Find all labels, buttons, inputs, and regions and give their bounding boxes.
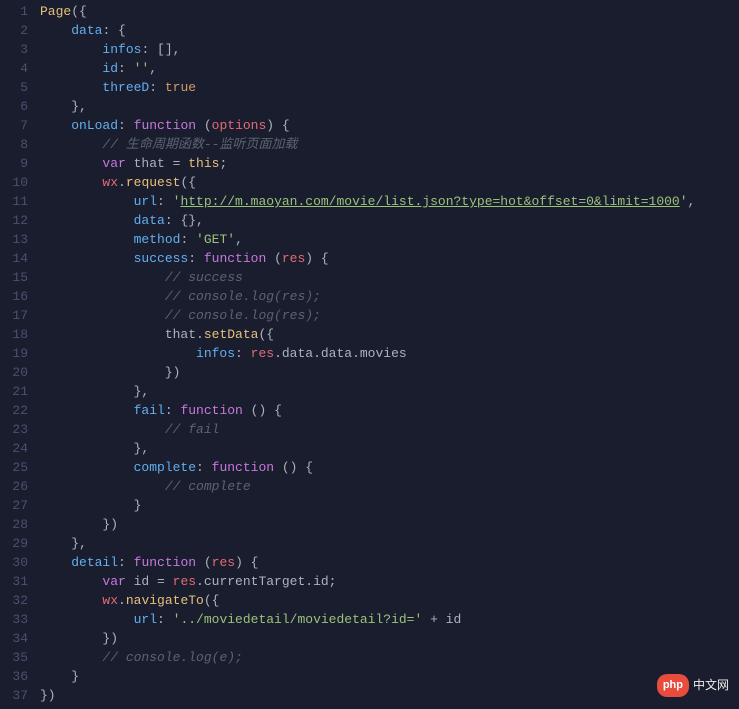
logo-bubble: php bbox=[657, 674, 689, 697]
code-line[interactable]: // console.log(e); bbox=[40, 648, 739, 667]
line-number: 7 bbox=[0, 116, 40, 135]
code-line[interactable]: fail: function () { bbox=[40, 401, 739, 420]
line-number: 30 bbox=[0, 553, 40, 572]
line-number: 21 bbox=[0, 382, 40, 401]
code-line[interactable]: onLoad: function (options) { bbox=[40, 116, 739, 135]
code-line[interactable]: }) bbox=[40, 363, 739, 382]
line-number: 12 bbox=[0, 211, 40, 230]
line-number: 20 bbox=[0, 363, 40, 382]
line-number: 31 bbox=[0, 572, 40, 591]
code-line[interactable]: detail: function (res) { bbox=[40, 553, 739, 572]
line-number: 10 bbox=[0, 173, 40, 192]
code-line[interactable]: }) bbox=[40, 515, 739, 534]
line-number: 3 bbox=[0, 40, 40, 59]
code-line[interactable]: infos: [], bbox=[40, 40, 739, 59]
code-line[interactable]: // fail bbox=[40, 420, 739, 439]
line-number: 2 bbox=[0, 21, 40, 40]
code-line[interactable]: // 生命周期函数--监听页面加载 bbox=[40, 135, 739, 154]
line-number: 33 bbox=[0, 610, 40, 629]
code-line[interactable]: // console.log(res); bbox=[40, 306, 739, 325]
line-number: 32 bbox=[0, 591, 40, 610]
logo-text: 中文网 bbox=[693, 676, 729, 695]
line-number: 6 bbox=[0, 97, 40, 116]
code-line[interactable]: var that = this; bbox=[40, 154, 739, 173]
line-number: 16 bbox=[0, 287, 40, 306]
line-number: 9 bbox=[0, 154, 40, 173]
line-number: 19 bbox=[0, 344, 40, 363]
line-number: 1 bbox=[0, 2, 40, 21]
line-number: 26 bbox=[0, 477, 40, 496]
code-line[interactable]: that.setData({ bbox=[40, 325, 739, 344]
code-line[interactable]: data: { bbox=[40, 21, 739, 40]
code-line[interactable]: url: '../moviedetail/moviedetail?id=' + … bbox=[40, 610, 739, 629]
line-number: 13 bbox=[0, 230, 40, 249]
line-number: 15 bbox=[0, 268, 40, 287]
line-number: 22 bbox=[0, 401, 40, 420]
code-line[interactable]: method: 'GET', bbox=[40, 230, 739, 249]
code-line[interactable]: // complete bbox=[40, 477, 739, 496]
code-line[interactable]: }) bbox=[40, 686, 739, 705]
code-line[interactable]: }, bbox=[40, 534, 739, 553]
line-number: 27 bbox=[0, 496, 40, 515]
code-line[interactable]: threeD: true bbox=[40, 78, 739, 97]
code-line[interactable]: wx.request({ bbox=[40, 173, 739, 192]
code-line[interactable]: } bbox=[40, 496, 739, 515]
code-line[interactable]: }, bbox=[40, 97, 739, 116]
line-number: 18 bbox=[0, 325, 40, 344]
watermark-logo: php 中文网 bbox=[657, 674, 729, 697]
code-line[interactable]: success: function (res) { bbox=[40, 249, 739, 268]
line-number: 5 bbox=[0, 78, 40, 97]
code-line[interactable]: complete: function () { bbox=[40, 458, 739, 477]
line-number: 8 bbox=[0, 135, 40, 154]
line-number: 14 bbox=[0, 249, 40, 268]
line-number-gutter: 1234567891011121314151617181920212223242… bbox=[0, 0, 40, 709]
line-number: 4 bbox=[0, 59, 40, 78]
code-line[interactable]: wx.navigateTo({ bbox=[40, 591, 739, 610]
line-number: 36 bbox=[0, 667, 40, 686]
line-number: 35 bbox=[0, 648, 40, 667]
line-number: 24 bbox=[0, 439, 40, 458]
code-line[interactable]: } bbox=[40, 667, 739, 686]
code-line[interactable]: // console.log(res); bbox=[40, 287, 739, 306]
code-area[interactable]: Page({ data: { infos: [], id: '', threeD… bbox=[40, 0, 739, 709]
line-number: 17 bbox=[0, 306, 40, 325]
code-line[interactable]: }, bbox=[40, 439, 739, 458]
line-number: 34 bbox=[0, 629, 40, 648]
code-line[interactable]: Page({ bbox=[40, 2, 739, 21]
line-number: 37 bbox=[0, 686, 40, 705]
line-number: 28 bbox=[0, 515, 40, 534]
line-number: 29 bbox=[0, 534, 40, 553]
code-editor[interactable]: 1234567891011121314151617181920212223242… bbox=[0, 0, 739, 709]
line-number: 25 bbox=[0, 458, 40, 477]
code-line[interactable]: infos: res.data.data.movies bbox=[40, 344, 739, 363]
code-line[interactable]: // success bbox=[40, 268, 739, 287]
code-line[interactable]: }) bbox=[40, 629, 739, 648]
code-line[interactable]: url: 'http://m.maoyan.com/movie/list.jso… bbox=[40, 192, 739, 211]
code-line[interactable]: data: {}, bbox=[40, 211, 739, 230]
line-number: 23 bbox=[0, 420, 40, 439]
code-line[interactable]: }, bbox=[40, 382, 739, 401]
code-line[interactable]: id: '', bbox=[40, 59, 739, 78]
code-line[interactable]: var id = res.currentTarget.id; bbox=[40, 572, 739, 591]
line-number: 11 bbox=[0, 192, 40, 211]
